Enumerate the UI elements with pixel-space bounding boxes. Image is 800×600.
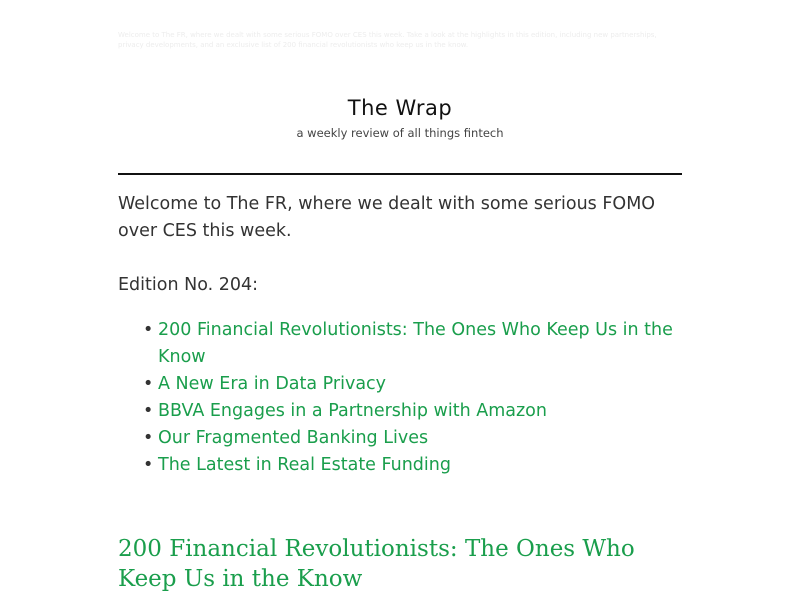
header-divider (118, 173, 682, 175)
toc-link-fragmented-banking[interactable]: Our Fragmented Banking Lives (158, 428, 428, 448)
toc-item: • BBVA Engages in a Partnership with Ama… (143, 398, 682, 425)
edition-label: Edition No. 204: (118, 275, 259, 295)
toc-item: • Our Fragmented Banking Lives (143, 425, 682, 452)
newsletter-title: The Wrap (347, 96, 453, 120)
bullet-icon: • (143, 455, 154, 475)
toc-item: • 200 Financial Revolutionists: The Ones… (143, 317, 682, 371)
newsletter-body: Welcome to The FR, where we dealt with s… (118, 191, 682, 479)
toc-link-real-estate-funding[interactable]: The Latest in Real Estate Funding (158, 455, 451, 475)
newsletter-tagline: a weekly review of all things fintech (296, 126, 504, 140)
toc-link-bbva-amazon[interactable]: BBVA Engages in a Partnership with Amazo… (158, 401, 547, 421)
section-heading-link[interactable]: 200 Financial Revolutionists: The Ones W… (118, 536, 635, 592)
bullet-icon: • (143, 428, 154, 448)
masthead: The Wrap a weekly review of all things f… (118, 92, 682, 141)
bullet-icon: • (143, 401, 154, 421)
intro-paragraph: Welcome to The FR, where we dealt with s… (118, 194, 656, 241)
toc-item: • A New Era in Data Privacy (143, 371, 682, 398)
preheader-text: Welcome to The FR, where we dealt with s… (118, 31, 657, 49)
bullet-icon: • (143, 320, 154, 340)
bullet-icon: • (143, 374, 154, 394)
toc-link-data-privacy[interactable]: A New Era in Data Privacy (158, 374, 386, 394)
toc-link-200-financial-revolutionists[interactable]: 200 Financial Revolutionists: The Ones W… (158, 320, 673, 367)
toc-item: • The Latest in Real Estate Funding (143, 452, 682, 479)
table-of-contents: • 200 Financial Revolutionists: The Ones… (118, 317, 682, 479)
section-heading: 200 Financial Revolutionists: The Ones W… (118, 534, 682, 594)
